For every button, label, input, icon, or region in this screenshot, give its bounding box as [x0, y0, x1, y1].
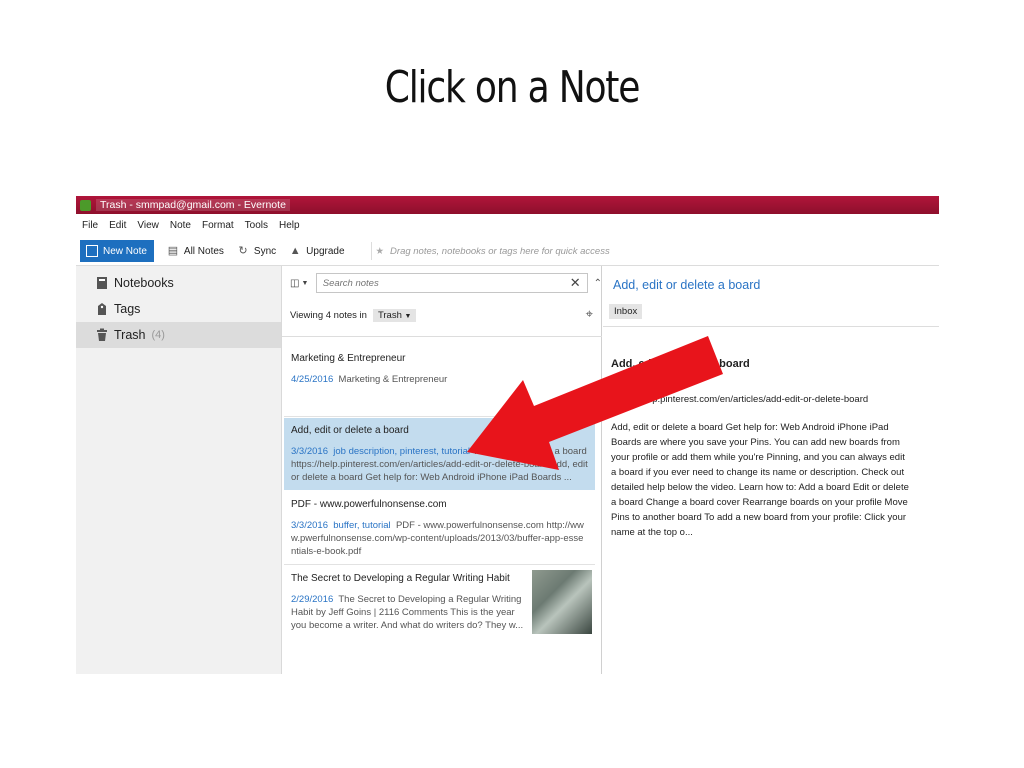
note-body: Add, edit or delete a board Get help for…: [611, 422, 909, 538]
new-note-icon: [86, 245, 98, 257]
note-date: 3/3/2016: [291, 520, 328, 531]
note-card-pdf[interactable]: PDF - www.powerfulnonsense.com 3/3/2016 …: [284, 492, 595, 564]
sidebar-item-label: Trash: [114, 328, 146, 342]
preview-title[interactable]: Add, edit or delete a board: [613, 278, 760, 292]
note-list-panel: ◫▼ ✕ ⌃ Viewing 4 notes in Trash ▼ ⌖ Mark…: [282, 266, 602, 674]
new-note-label: New Note: [103, 245, 147, 257]
note-snippet-text: Marketing & Entrepreneur: [338, 374, 448, 385]
all-notes-label: All Notes: [183, 245, 224, 257]
sidebar-item-label: Tags: [114, 302, 141, 316]
menu-note[interactable]: Note: [170, 220, 191, 231]
sidebar: Notebooks Tags Trash (4): [76, 266, 282, 674]
note-card-marketing[interactable]: Marketing & Entrepreneur 4/25/2016 Marke…: [284, 346, 595, 418]
note-preview-panel: Add, edit or delete a board Inbox Add, e…: [603, 266, 939, 674]
scope-label: Trash: [377, 309, 402, 321]
chevron-down-icon: ▼: [404, 312, 412, 320]
note-title: PDF - www.powerfulnonsense.com: [291, 499, 447, 510]
note-snippet: 2/29/2016 The Secret to Developing a Reg…: [291, 593, 527, 632]
note-thumbnail: [532, 570, 592, 634]
window-title: Trash - smmpad@gmail.com - Evernote: [96, 199, 290, 211]
clear-search-icon[interactable]: ✕: [570, 275, 581, 291]
all-notes-button[interactable]: ▤ All Notes: [167, 245, 224, 257]
note-date: 3/3/2016: [291, 446, 328, 457]
search-row: ◫▼ ✕ ⌃: [282, 272, 602, 294]
sidebar-item-trash[interactable]: Trash (4): [76, 322, 281, 348]
note-heading: Add, edit or delete a board: [611, 358, 750, 370]
note-title: Add, edit or delete a board: [291, 425, 409, 436]
evernote-logo-icon: [80, 199, 91, 211]
search-box: ✕: [315, 273, 588, 293]
upgrade-icon: ▲: [289, 245, 301, 257]
search-notebook-icon[interactable]: ⌖: [586, 306, 593, 322]
shortcuts-drop-area[interactable]: ★ Drag notes, notebooks or tags here for…: [370, 242, 610, 260]
view-options-icon[interactable]: ◫ ▼: [290, 278, 312, 289]
note-tags: job description, pinterest, tutorial: [333, 446, 471, 457]
menu-format[interactable]: Format: [202, 220, 234, 231]
tag-icon: [96, 302, 108, 316]
menu-tools[interactable]: Tools: [245, 220, 268, 231]
notebook-icon: [96, 276, 108, 290]
sidebar-item-notebooks[interactable]: Notebooks: [76, 270, 281, 296]
list-divider: [282, 336, 602, 337]
trash-count: (4): [151, 329, 165, 341]
chevron-up-icon[interactable]: ⌃: [594, 278, 602, 289]
trash-icon: [96, 328, 108, 342]
search-input[interactable]: [322, 277, 553, 289]
menu-edit[interactable]: Edit: [109, 220, 126, 231]
evernote-window: Trash - smmpad@gmail.com - Evernote File…: [76, 196, 939, 674]
viewing-bar: Viewing 4 notes in Trash ▼ ⌖: [290, 306, 595, 324]
notebook-chip[interactable]: Inbox: [609, 304, 643, 319]
upgrade-label: Upgrade: [306, 245, 345, 257]
sync-icon: ↻: [238, 245, 248, 257]
upgrade-button[interactable]: ▲ Upgrade: [289, 245, 345, 257]
note-date: 2/29/2016: [291, 594, 334, 605]
note-title: Marketing & Entrepreneur: [291, 353, 406, 364]
new-note-button[interactable]: New Note: [80, 240, 154, 262]
preview-divider: [603, 326, 939, 327]
window-titlebar: Trash - smmpad@gmail.com - Evernote: [76, 196, 939, 214]
all-notes-icon: ▤: [167, 245, 179, 257]
sync-label: Sync: [253, 245, 277, 257]
toolbar: New Note ▤ All Notes ↻ Sync ▲ Upgrade ★ …: [76, 240, 939, 262]
note-snippet: 4/25/2016 Marketing & Entrepreneur: [291, 373, 588, 386]
sidebar-item-label: Notebooks: [114, 276, 174, 290]
note-snippet: 3/3/2016 job description, pinterest, tut…: [291, 445, 588, 484]
shortcuts-placeholder: Drag notes, notebooks or tags here for q…: [390, 245, 610, 257]
menu-file[interactable]: File: [82, 220, 98, 231]
sidebar-item-tags[interactable]: Tags: [76, 296, 281, 322]
menu-view[interactable]: View: [137, 220, 159, 231]
note-separator: [284, 564, 595, 565]
slide-title: Click on a Note: [384, 62, 641, 113]
note-tags: buffer, tutorial: [333, 520, 391, 531]
note-url[interactable]: https://help.pinterest.com/en/articles/a…: [611, 394, 868, 405]
menu-help[interactable]: Help: [279, 220, 300, 231]
note-card-add-edit-board[interactable]: Add, edit or delete a board 3/3/2016 job…: [284, 418, 595, 490]
scope-dropdown[interactable]: Trash ▼: [372, 308, 417, 322]
viewing-prefix: Viewing 4 notes in: [290, 309, 367, 321]
note-separator: [284, 416, 595, 417]
sync-button[interactable]: ↻ Sync: [237, 245, 276, 257]
note-title: The Secret to Developing a Regular Writi…: [291, 573, 510, 584]
menu-bar: File Edit View Note Format Tools Help: [76, 216, 311, 234]
note-date: 4/25/2016: [291, 374, 334, 385]
note-snippet: 3/3/2016 buffer, tutorial PDF - www.powe…: [291, 519, 588, 558]
note-card-writing-habit[interactable]: The Secret to Developing a Regular Writi…: [284, 566, 595, 640]
star-icon: ★: [375, 245, 385, 257]
